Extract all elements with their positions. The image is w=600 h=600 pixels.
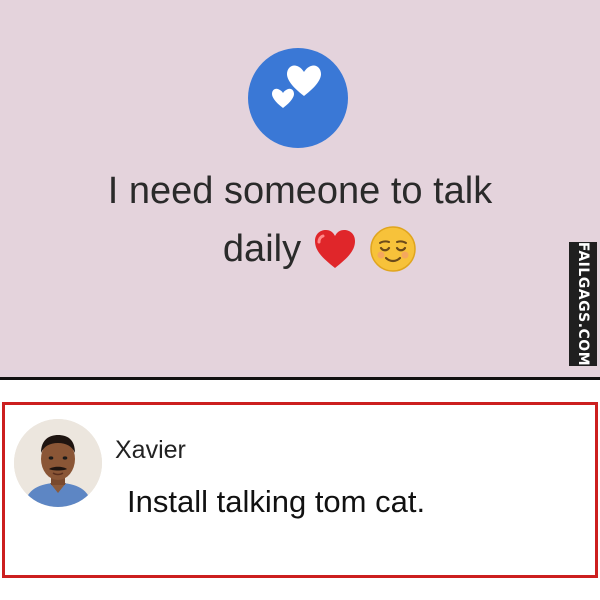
status-line-2: daily (183, 220, 417, 278)
meme-page: I need someone to talk daily FAILGAGS.CO… (0, 0, 600, 600)
two-hearts-icon (248, 48, 348, 148)
comment-card: Xavier Install talking tom cat. (2, 402, 598, 578)
status-word-daily: daily (222, 228, 302, 270)
red-heart-icon (311, 226, 359, 272)
comment-text: Install talking tom cat. (127, 484, 426, 519)
commenter-name[interactable]: Xavier (115, 435, 186, 465)
status-text: I need someone to talk daily (0, 162, 600, 278)
relieved-face-icon (369, 225, 417, 273)
watermark: FAILGAGS.COM (569, 242, 597, 366)
status-line-1: I need someone to talk (107, 170, 493, 212)
avatar[interactable] (14, 419, 102, 507)
divider (0, 377, 600, 380)
watermark-text: FAILGAGS.COM (575, 241, 591, 367)
status-post: I need someone to talk daily FAILGAGS.CO… (0, 0, 600, 378)
